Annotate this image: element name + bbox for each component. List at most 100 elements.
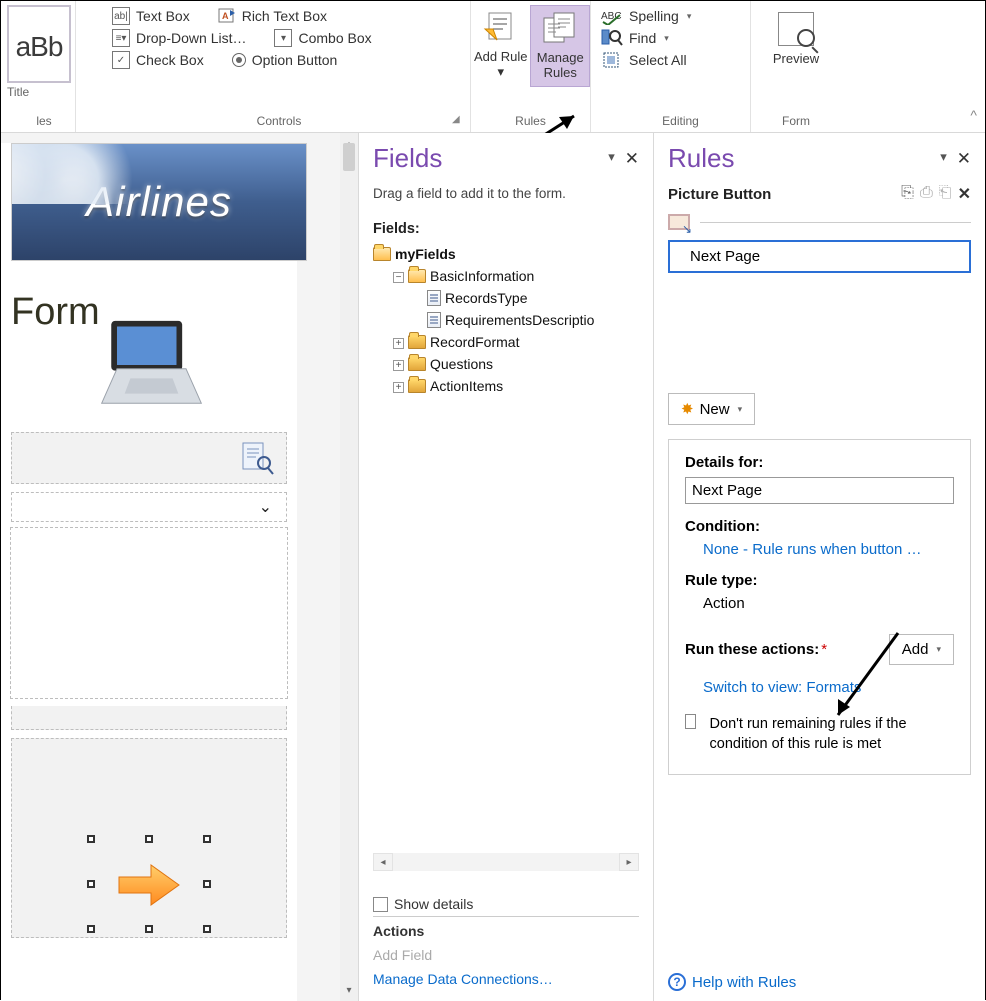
find-button[interactable]: Find▾ (601, 27, 744, 49)
manage-rules-button[interactable]: Manage Rules (530, 5, 590, 87)
close-icon[interactable]: ✕ (625, 149, 639, 169)
add-action-button[interactable]: Add▾ (889, 634, 954, 665)
selected-picture-button[interactable] (91, 839, 207, 929)
scroll-thumb[interactable] (343, 143, 355, 171)
svg-text:A: A (222, 11, 229, 21)
styles-group: aBb Title les (1, 1, 76, 132)
fields-section-label: Fields: (373, 221, 639, 237)
folder-icon (408, 269, 426, 283)
tree-item[interactable]: RecordFormat (430, 334, 519, 350)
rule-name-field[interactable] (685, 477, 954, 504)
form-section-4[interactable] (11, 738, 287, 938)
tree-root[interactable]: myFields (395, 246, 456, 262)
find-icon (601, 29, 623, 47)
tree-item[interactable]: Questions (430, 356, 493, 372)
design-canvas[interactable]: Airlines Form ⌄ (1, 133, 359, 1001)
form-dropdown-field[interactable]: ⌄ (11, 492, 287, 522)
chevron-down-icon: ▾ (664, 33, 669, 44)
banner[interactable]: Airlines (11, 143, 307, 261)
add-field-link: Add Field (373, 943, 639, 967)
delete-icon[interactable]: ✕ (958, 184, 971, 204)
pane-options-icon[interactable]: ▾ (940, 149, 947, 169)
tree-leaf[interactable]: RecordsType (445, 290, 527, 306)
manage-connections-link[interactable]: Manage Data Connections… (373, 967, 639, 991)
rules-title: Rules (668, 143, 734, 174)
chevron-down-icon: ▾ (936, 644, 941, 655)
scroll-down-icon[interactable]: ▾ (340, 979, 358, 1001)
condition-link[interactable]: None - Rule runs when button … (685, 541, 954, 558)
form-section-2[interactable] (11, 528, 287, 698)
chevron-down-icon: ▾ (738, 404, 743, 415)
style-caption: Title (7, 85, 69, 99)
dialog-launcher-icon[interactable]: ◢ (452, 114, 464, 126)
folder-icon (408, 357, 426, 371)
field-icon (427, 312, 441, 328)
form-section-3[interactable] (11, 706, 287, 730)
chevron-down-icon: ▾ (687, 11, 692, 22)
horizontal-scrollbar[interactable]: ◂ ▸ (373, 853, 639, 871)
laptop-image (94, 313, 209, 418)
tree-leaf[interactable]: RequirementsDescriptio (445, 312, 594, 328)
picture-button-icon (668, 214, 690, 230)
editing-group: ABCSpelling▾ Find▾ Select All Editing (591, 1, 751, 132)
preview-button[interactable]: Preview (773, 7, 819, 72)
scroll-left-icon[interactable]: ◂ (373, 853, 393, 871)
add-rule-button[interactable]: Add Rule▾ (471, 5, 530, 86)
checkbox-icon[interactable] (685, 714, 696, 729)
tree-item[interactable]: ActionItems (430, 378, 503, 394)
controls-group: ab|Text Box A Rich Text Box ≡▾Drop-Down … (76, 1, 471, 132)
combo-icon: ▾ (274, 29, 292, 47)
manage-rules-icon (542, 10, 578, 46)
select-all-button[interactable]: Select All (601, 49, 744, 71)
rule-type-value: Action (685, 595, 954, 612)
ctrl-combo[interactable]: ▾Combo Box (274, 29, 371, 47)
rules-subtitle: Picture Button (668, 186, 771, 203)
expand-icon[interactable]: + (393, 360, 404, 371)
vertical-scrollbar[interactable]: ▴ ▾ (340, 133, 358, 1001)
new-rule-button[interactable]: ✸ New ▾ (668, 393, 755, 425)
show-details-checkbox[interactable]: Show details (373, 892, 639, 916)
fields-hint: Drag a field to add it to the form. (373, 186, 639, 201)
scroll-right-icon[interactable]: ▸ (619, 853, 639, 871)
checkbox-icon: ✓ (112, 51, 130, 69)
expand-icon[interactable]: + (393, 338, 404, 349)
help-with-rules-link[interactable]: ? Help with Rules (668, 973, 796, 991)
add-rule-icon (483, 9, 519, 45)
style-preview[interactable]: aBb (7, 5, 71, 83)
fields-pane: Fields ▾ ✕ Drag a field to add it to the … (359, 133, 654, 1001)
rule-entry[interactable]: Next Page (668, 240, 971, 273)
help-icon: ? (668, 973, 686, 991)
run-actions-label: Run these actions: (685, 641, 819, 658)
ctrl-text-box[interactable]: ab|Text Box (112, 7, 190, 25)
expand-icon[interactable]: + (393, 382, 404, 393)
collapse-ribbon-icon[interactable]: ^ (970, 107, 977, 123)
fields-title: Fields (373, 143, 442, 174)
ctrl-option[interactable]: Option Button (232, 51, 338, 69)
fields-tree[interactable]: myFields − BasicInformation RecordsType R… (373, 243, 639, 397)
next-arrow-icon (117, 863, 181, 912)
ctrl-dropdown[interactable]: ≡▾Drop-Down List… (112, 29, 246, 47)
paste-all-icon[interactable]: ⎗ (939, 184, 952, 204)
spelling-button[interactable]: ABCSpelling▾ (601, 5, 744, 27)
rule-details: Details for: Condition: None - Rule runs… (668, 439, 971, 775)
field-icon (427, 290, 441, 306)
collapse-icon[interactable]: − (393, 272, 404, 283)
ctrl-rich-text[interactable]: A Rich Text Box (218, 7, 327, 25)
tree-item-basic[interactable]: BasicInformation (430, 268, 534, 284)
ctrl-checkbox[interactable]: ✓Check Box (112, 51, 204, 69)
close-icon[interactable]: ✕ (957, 149, 971, 169)
richtext-icon: A (218, 7, 236, 25)
spelling-icon: ABC (601, 7, 623, 25)
dont-run-label[interactable]: Don't run remaining rules if the conditi… (710, 714, 954, 754)
copy-icon[interactable]: ⎘ (901, 184, 914, 204)
pane-options-icon[interactable]: ▾ (608, 149, 615, 169)
action-switch-view-link[interactable]: Switch to view: Formats (685, 679, 954, 696)
page-preview-icon (240, 441, 274, 475)
folder-icon (408, 335, 426, 349)
dropdown-icon: ≡▾ (112, 29, 130, 47)
form-section-1[interactable] (11, 432, 287, 484)
form-group: Preview Form (751, 1, 841, 132)
paste-icon[interactable]: ⎙ (920, 184, 933, 204)
rule-type-label: Rule type: (685, 572, 954, 589)
richtext-svg-icon: A (218, 8, 236, 24)
